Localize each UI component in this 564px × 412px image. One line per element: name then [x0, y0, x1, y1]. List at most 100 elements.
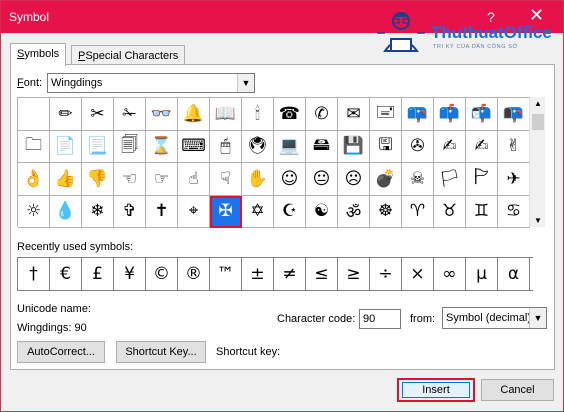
recent-symbol-cell[interactable]: × — [402, 258, 434, 290]
insert-button-label: Insert — [422, 384, 450, 396]
symbol-cell[interactable]: ॐ — [338, 195, 370, 228]
symbol-grid-scrollbar[interactable]: ▲ ▼ — [529, 97, 545, 227]
recent-symbol-cell[interactable]: † — [18, 258, 50, 290]
symbol-cell[interactable]: ♉ — [434, 195, 466, 228]
from-select[interactable]: Symbol (decimal) ▼ — [442, 307, 547, 329]
tab-special-characters[interactable]: PSpecial Characters — [71, 45, 186, 64]
character-code-input[interactable]: 90 — [359, 309, 401, 329]
symbol-cell[interactable]: ✞ — [114, 195, 146, 228]
symbol-cell[interactable]: ✍ — [434, 130, 466, 163]
symbol-cell[interactable]: ☟ — [210, 163, 242, 196]
symbol-cell[interactable]: ☼ — [18, 195, 50, 228]
watermark-logo: ThuthuatOffice TRI KỶ CỦA DÂN CÔNG SỞ — [373, 7, 563, 63]
symbol-cell[interactable]: ⌛ — [146, 130, 178, 163]
scroll-up-icon[interactable]: ▲ — [530, 99, 546, 108]
insert-button[interactable]: Insert — [397, 378, 475, 402]
symbol-cell[interactable]: ✂ — [82, 98, 114, 131]
symbol-cell[interactable]: 📖 — [210, 98, 242, 131]
symbol-cell[interactable]: ⌖ — [178, 195, 210, 228]
symbol-cell[interactable]: 👎 — [82, 163, 114, 196]
symbol-cell[interactable]: ✡ — [242, 195, 274, 228]
symbol-cell[interactable]: 🖱 — [210, 130, 242, 163]
symbol-cell[interactable]: 📭 — [498, 98, 530, 131]
symbol-cell[interactable]: ☸ — [370, 195, 402, 228]
symbol-cell[interactable]: ✁ — [114, 98, 146, 131]
recent-symbol-cell[interactable]: ¥ — [114, 258, 146, 290]
recent-symbol-cell[interactable]: α — [498, 258, 530, 290]
symbol-cell[interactable]: ☺ — [274, 163, 306, 196]
recent-symbol-cell[interactable]: ® — [178, 258, 210, 290]
recent-symbol-cell[interactable]: ± — [242, 258, 274, 290]
symbol-cell[interactable]: ⌨ — [178, 130, 210, 163]
autocorrect-button[interactable]: AutoCorrect... — [17, 341, 105, 363]
scroll-down-icon[interactable]: ▼ — [530, 216, 546, 225]
symbol-cell[interactable]: ✌ — [498, 130, 530, 163]
symbol-cell[interactable]: ♋ — [498, 195, 530, 228]
symbol-cell[interactable]: 📬 — [466, 98, 498, 131]
font-select[interactable]: Wingdings ▼ — [47, 73, 255, 93]
symbol-cell[interactable]: ❄ — [82, 195, 114, 228]
symbol-cell[interactable]: 💻 — [274, 130, 306, 163]
symbol-cell[interactable]: 🗀 — [18, 130, 50, 163]
symbol-cell[interactable]: ✍ — [466, 130, 498, 163]
symbol-cell[interactable]: 🏱 — [466, 163, 498, 196]
recent-symbol-cell[interactable]: £ — [82, 258, 114, 290]
symbol-cell[interactable]: ✠ — [210, 195, 242, 228]
symbol-cell[interactable]: ✈ — [498, 163, 530, 196]
symbol-cell[interactable]: 💾 — [338, 130, 370, 163]
symbol-cell[interactable]: 📃 — [82, 130, 114, 163]
symbol-grid[interactable]: ✏ ✂ ✁ 👓 🔔 📖 🕯 ☎ ✆ ✉ 🖃 📪 📫 📬 📭 🗀 📄 📃 🗐 ⌛ ⌨ 🖱 🖲 💻 🖴 💾 🖫 ✇ ✍ ✍ ✌ 👌 👍 👎 ☜ ☞ ☝ ☟ ✋ ☺… — [17, 97, 530, 228]
symbol-cell[interactable]: ✝ — [146, 195, 178, 228]
symbol-cell[interactable]: 🔔 — [178, 98, 210, 131]
symbol-cell[interactable]: ☯ — [306, 195, 338, 228]
symbol-cell[interactable]: ♊ — [466, 195, 498, 228]
symbol-cell[interactable]: 👌 — [18, 163, 50, 196]
recent-symbol-cell[interactable]: ÷ — [370, 258, 402, 290]
symbol-cell[interactable]: ✉ — [338, 98, 370, 131]
recent-symbol-cell[interactable]: ≥ — [338, 258, 370, 290]
recent-symbol-cell[interactable]: ≤ — [306, 258, 338, 290]
symbol-cell[interactable]: ☎ — [274, 98, 306, 131]
tab-special-label: Special Characters — [85, 50, 179, 62]
recent-symbols-grid[interactable]: † € £ ¥ © ® ™ ± ≠ ≤ ≥ ÷ × ∞ µ α — [17, 257, 533, 291]
symbol-cell[interactable]: 🏳 — [434, 163, 466, 196]
symbol-cell[interactable]: 🗐 — [114, 130, 146, 163]
symbol-cell[interactable]: 👍 — [50, 163, 82, 196]
symbol-cell[interactable]: ☞ — [146, 163, 178, 196]
cancel-button[interactable]: Cancel — [481, 379, 554, 401]
recent-symbol-cell[interactable]: ∞ — [434, 258, 466, 290]
recent-symbol-cell[interactable]: € — [50, 258, 82, 290]
recent-symbol-cell[interactable]: µ — [466, 258, 498, 290]
symbol-cell[interactable]: ☝ — [178, 163, 210, 196]
symbol-cell[interactable]: 📪 — [402, 98, 434, 131]
symbol-cell[interactable]: 🖲 — [242, 130, 274, 163]
symbol-cell[interactable]: ✏ — [50, 98, 82, 131]
symbol-cell[interactable]: ✇ — [402, 130, 434, 163]
chevron-down-icon[interactable]: ▼ — [529, 308, 546, 328]
symbol-cell[interactable]: 😐 — [306, 163, 338, 196]
symbol-cell[interactable]: ✋ — [242, 163, 274, 196]
symbol-cell[interactable]: 📄 — [50, 130, 82, 163]
symbol-cell[interactable]: 💣 — [370, 163, 402, 196]
symbol-cell[interactable]: 🖃 — [370, 98, 402, 131]
scroll-thumb[interactable] — [532, 114, 544, 130]
symbol-cell[interactable]: 🖫 — [370, 130, 402, 163]
symbol-cell[interactable]: ☪ — [274, 195, 306, 228]
recent-symbol-cell[interactable]: ≠ — [274, 258, 306, 290]
recent-symbol-cell[interactable]: © — [146, 258, 178, 290]
symbol-cell[interactable]: 🕯 — [242, 98, 274, 131]
symbol-cell[interactable]: ✆ — [306, 98, 338, 131]
symbol-cell[interactable]: ☜ — [114, 163, 146, 196]
chevron-down-icon[interactable]: ▼ — [237, 74, 254, 92]
symbol-cell[interactable]: 👓 — [146, 98, 178, 131]
symbol-cell[interactable]: ♈ — [402, 195, 434, 228]
symbol-cell[interactable] — [18, 98, 50, 131]
symbol-cell[interactable]: 🖴 — [306, 130, 338, 163]
symbol-cell[interactable]: ☹ — [338, 163, 370, 196]
recent-symbol-cell[interactable]: ™ — [210, 258, 242, 290]
symbol-cell[interactable]: ☠ — [402, 163, 434, 196]
symbol-cell[interactable]: 💧 — [50, 195, 82, 228]
tab-symbols[interactable]: Symbols — [10, 43, 67, 66]
symbol-cell[interactable]: 📫 — [434, 98, 466, 131]
shortcut-key-button[interactable]: Shortcut Key... — [116, 341, 206, 363]
